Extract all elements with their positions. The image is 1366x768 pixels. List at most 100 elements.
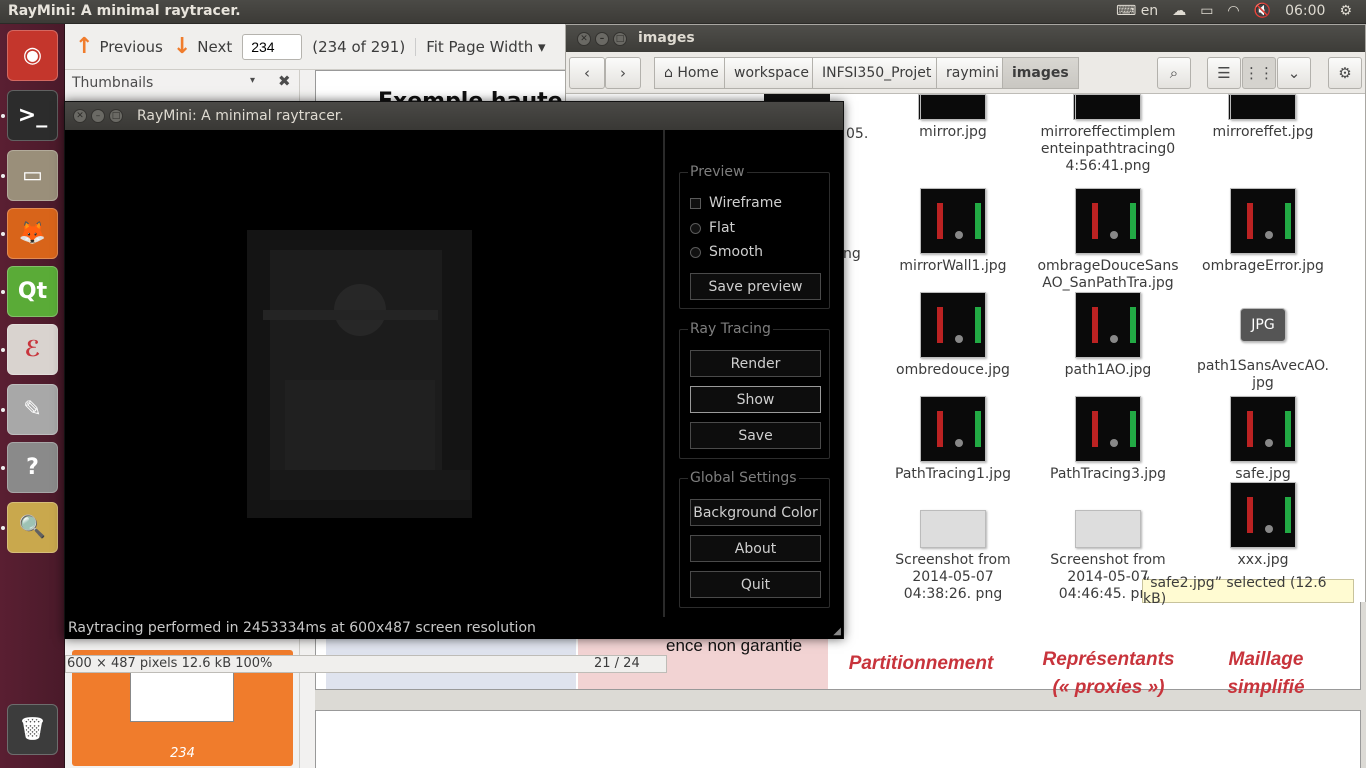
running-indicator bbox=[1, 526, 5, 530]
wireframe-checkbox[interactable]: Wireframe bbox=[690, 195, 782, 211]
trash-icon: 🗑 bbox=[18, 717, 47, 742]
show-button[interactable]: Show bbox=[690, 386, 821, 413]
background-color-button[interactable]: Background Color bbox=[690, 499, 821, 526]
flat-radio[interactable]: Flat bbox=[690, 220, 735, 236]
forward-button[interactable]: › bbox=[605, 57, 641, 89]
running-indicator bbox=[1, 290, 5, 294]
global-settings-group-label: Global Settings bbox=[688, 470, 799, 486]
zoom-select[interactable]: Fit Page Width ▾ bbox=[415, 37, 546, 56]
settings-button[interactable]: ⚙ bbox=[1328, 57, 1362, 89]
crumb-label: workspace bbox=[734, 65, 809, 81]
crumb-home[interactable]: ⌂ Home bbox=[654, 57, 729, 89]
file-manager-titlebar[interactable]: ✕ – □ images bbox=[566, 25, 1365, 52]
file-name: xxx.jpg bbox=[1237, 552, 1289, 568]
previous-page-button[interactable]: ↑ Previous bbox=[75, 34, 163, 59]
launcher-firefox[interactable]: 🦊 bbox=[7, 208, 58, 259]
maximize-icon[interactable]: □ bbox=[613, 32, 627, 46]
file-item[interactable]: ombredouce.jpg bbox=[878, 292, 1028, 379]
image-info: 600 × 487 pixels 12.6 kB 100% bbox=[67, 656, 273, 671]
list-view-button[interactable]: ☰ bbox=[1207, 57, 1241, 89]
window-title: RayMini: A minimal raytracer. bbox=[137, 108, 344, 124]
thumbnail-page-number: 234 bbox=[170, 746, 195, 761]
grid-view-button[interactable]: ⋮⋮ bbox=[1242, 57, 1276, 89]
running-indicator bbox=[1, 114, 5, 118]
file-item[interactable]: PathTracing3.jpg bbox=[1033, 396, 1183, 483]
text-editor-icon: ✎ bbox=[23, 397, 42, 422]
image-thumbnail-icon: JPG bbox=[1240, 308, 1286, 342]
file-name: mirroreffectimplem enteinpathtracing0 4:… bbox=[1040, 124, 1176, 174]
chevron-down-icon[interactable]: ▾ bbox=[250, 75, 255, 86]
launcher-document-viewer[interactable]: ℰ bbox=[7, 324, 58, 375]
crumb-workspace[interactable]: workspace bbox=[724, 57, 819, 89]
image-thumbnail-icon bbox=[920, 188, 986, 254]
volume-icon[interactable]: 🔇 bbox=[1254, 3, 1271, 19]
minimize-icon[interactable]: – bbox=[91, 109, 105, 123]
file-manager-toolbar: ‹ › ⌂ Home workspace INFSI350_Projet ray… bbox=[566, 52, 1365, 94]
file-item[interactable]: mirroreffectimplem enteinpathtracing0 4:… bbox=[1033, 94, 1183, 175]
quit-button[interactable]: Quit bbox=[690, 571, 821, 598]
crumb-project[interactable]: INFSI350_Projet bbox=[812, 57, 942, 89]
launcher-qt-creator[interactable]: Qt bbox=[7, 266, 58, 317]
page-number-input[interactable] bbox=[242, 33, 303, 60]
launcher-help[interactable]: ? bbox=[7, 442, 58, 493]
file-item[interactable]: mirroreffet.jpg bbox=[1188, 94, 1338, 141]
view-options-button[interactable]: ⌄ bbox=[1277, 57, 1311, 89]
image-thumbnail-icon bbox=[920, 94, 986, 120]
maximize-icon[interactable]: □ bbox=[109, 109, 123, 123]
file-item[interactable]: mirror.jpg bbox=[878, 94, 1028, 141]
file-item[interactable]: PathTracing1.jpg bbox=[878, 396, 1028, 483]
about-button[interactable]: About bbox=[690, 535, 821, 562]
close-icon[interactable]: ✕ bbox=[73, 109, 87, 123]
qt-creator-icon: Qt bbox=[17, 279, 48, 304]
save-preview-button[interactable]: Save preview bbox=[690, 273, 821, 300]
image-thumbnail-icon bbox=[920, 292, 986, 358]
file-item[interactable]: mirrorWall1.jpg bbox=[878, 188, 1028, 275]
search-button[interactable]: ⌕ bbox=[1157, 57, 1191, 89]
file-item[interactable]: ombrageDouceSans AO_SanPathTra.jpg bbox=[1033, 188, 1183, 292]
crumb-raymini[interactable]: raymini bbox=[936, 57, 1009, 89]
close-icon[interactable]: ✖ bbox=[278, 72, 291, 90]
power-gear-icon[interactable]: ⚙ bbox=[1339, 3, 1352, 19]
launcher-ubuntu-dash[interactable]: ◉ bbox=[7, 30, 58, 81]
save-button[interactable]: Save bbox=[690, 422, 821, 449]
smooth-radio[interactable]: Smooth bbox=[690, 244, 763, 260]
clock[interactable]: 06:00 bbox=[1285, 3, 1325, 19]
crumb-label: raymini bbox=[946, 65, 999, 81]
crumb-images[interactable]: images bbox=[1002, 57, 1079, 89]
checkbox-icon bbox=[690, 197, 701, 209]
launcher-text-editor[interactable]: ✎ bbox=[7, 384, 58, 435]
minimize-icon[interactable]: – bbox=[595, 32, 609, 46]
resize-grip-icon[interactable]: ◢ bbox=[833, 626, 841, 637]
file-item[interactable]: xxx.jpg bbox=[1188, 482, 1338, 569]
launcher-terminal[interactable]: >_ bbox=[7, 90, 58, 141]
next-label: Next bbox=[197, 37, 233, 56]
file-item[interactable]: Screenshot from 2014-05-07 04:38:26. png bbox=[878, 482, 1028, 602]
image-thumbnail-icon bbox=[1230, 482, 1296, 548]
battery-icon[interactable]: ▭ bbox=[1200, 3, 1213, 19]
launcher-trash[interactable]: 🗑 bbox=[7, 704, 58, 755]
keyboard-indicator[interactable]: ⌨ en bbox=[1116, 3, 1158, 19]
file-item[interactable]: safe.jpg bbox=[1188, 396, 1338, 483]
render-viewport[interactable] bbox=[65, 130, 663, 617]
close-icon[interactable]: ✕ bbox=[577, 32, 591, 46]
back-button[interactable]: ‹ bbox=[569, 57, 605, 89]
chevron-right-icon: › bbox=[620, 64, 626, 82]
raymini-titlebar[interactable]: ✕ – □ RayMini: A minimal raytracer. bbox=[65, 102, 843, 130]
crumb-label: INFSI350_Projet bbox=[822, 65, 932, 81]
cloud-icon[interactable]: ☁ bbox=[1172, 3, 1186, 19]
file-item[interactable]: JPG path1SansAvecAO. jpg bbox=[1188, 292, 1338, 392]
next-page-button[interactable]: ↓ Next bbox=[173, 34, 232, 59]
launcher-image-viewer[interactable]: 🔍 bbox=[7, 502, 58, 553]
smooth-label: Smooth bbox=[709, 244, 764, 260]
image-thumbnail-icon bbox=[1075, 292, 1141, 358]
sidebar-header[interactable]: Thumbnails ▾ ✖ bbox=[65, 70, 300, 96]
wifi-icon[interactable]: ◠ bbox=[1227, 3, 1239, 19]
file-item[interactable]: path1AO.jpg bbox=[1033, 292, 1183, 379]
image-thumbnail-icon bbox=[920, 396, 986, 462]
file-item[interactable]: ombrageError.jpg bbox=[1188, 188, 1338, 275]
search-icon: ⌕ bbox=[1169, 64, 1179, 82]
launcher-file-manager[interactable]: ▭ bbox=[7, 150, 58, 201]
reference-text: ence non garantie bbox=[666, 636, 803, 655]
image-thumbnail-icon bbox=[1075, 188, 1141, 254]
render-button[interactable]: Render bbox=[690, 350, 821, 377]
